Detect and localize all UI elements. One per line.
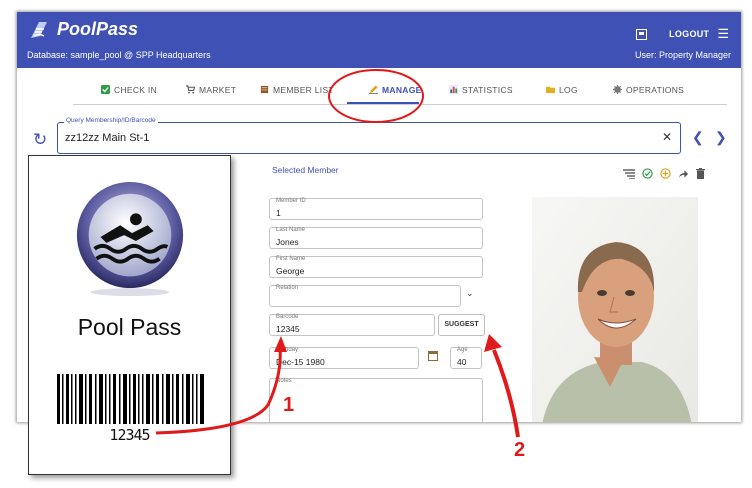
arrow-2-head (484, 334, 502, 352)
annotation-overlay (155, 69, 520, 438)
arrow-1 (155, 347, 282, 435)
callout-1: 1 (283, 394, 295, 416)
manage-tab-highlight-circle (328, 69, 424, 123)
arrow-2 (492, 349, 520, 438)
callout-2: 2 (514, 439, 526, 461)
arrow-1-head (274, 336, 287, 352)
